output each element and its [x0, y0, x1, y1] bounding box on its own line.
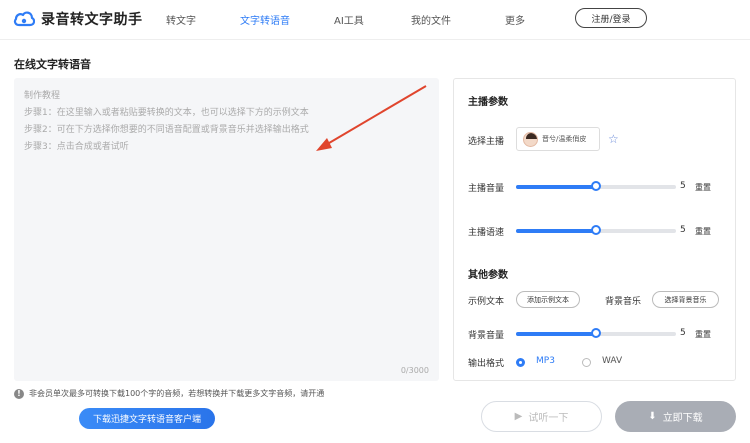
volume-value: 5	[680, 181, 686, 191]
nav-transcribe[interactable]: 转文字	[166, 12, 196, 27]
nav-ai-tools[interactable]: AI工具	[334, 12, 364, 27]
speed-slider-handle[interactable]	[591, 225, 601, 235]
bg-volume-slider[interactable]	[516, 328, 676, 338]
speed-reset-button[interactable]: 重置	[695, 226, 711, 237]
other-section-title: 其他参数	[468, 270, 508, 281]
select-anchor-label: 选择主播	[468, 137, 505, 147]
anchor-name: 晋兮/温柔俏皮	[542, 135, 587, 143]
volume-slider-handle[interactable]	[591, 181, 601, 191]
preview-button[interactable]: ▶ 试听一下	[481, 401, 602, 432]
volume-slider[interactable]	[516, 181, 676, 191]
placeholder-line: 步骤2：可在下方选择你想要的不同语音配置或背景音乐并选择输出格式	[24, 125, 309, 135]
add-sample-text-button[interactable]: 添加示例文本	[516, 291, 580, 308]
anchor-selector[interactable]: 晋兮/温柔俏皮	[516, 127, 600, 151]
volume-slider-fill	[516, 185, 596, 189]
cloud-logo-icon	[13, 11, 35, 27]
member-notice: ! 非会员单次最多可转换下载100个字的音频，若想转换并下载更多文字音频，请开通	[14, 388, 324, 399]
character-counter: 0/3000	[400, 366, 429, 375]
settings-panel: 主播参数 选择主播 晋兮/温柔俏皮 ☆ 主播音量 5 重置 主播语速 5 重置 …	[453, 78, 736, 381]
bg-volume-label: 背景音量	[468, 331, 505, 341]
format-label-wav: WAV	[602, 356, 623, 366]
download-button[interactable]: ⬇ 立即下载	[615, 401, 736, 432]
download-button-label: 立即下载	[662, 413, 703, 424]
bg-music-label: 背景音乐	[605, 297, 642, 307]
info-icon: !	[14, 388, 24, 399]
download-client-button[interactable]: 下载迅捷文字转语音客户端	[79, 408, 215, 429]
play-icon: ▶	[514, 411, 523, 422]
text-input-area[interactable]: 制作教程 步骤1：在这里输入或者粘贴要转换的文本，也可以选择下方的示例文本 步骤…	[14, 78, 439, 381]
bg-volume-slider-fill	[516, 332, 596, 336]
placeholder-line: 步骤3：点击合成或者试听	[24, 142, 129, 152]
logo[interactable]: 录音转文字助手	[13, 9, 143, 29]
volume-reset-button[interactable]: 重置	[695, 182, 711, 193]
speed-slider[interactable]	[516, 225, 676, 235]
nav-text-to-speech[interactable]: 文字转语音	[240, 12, 290, 27]
select-bg-music-button[interactable]: 选择背景音乐	[652, 291, 719, 308]
nav-my-files[interactable]: 我的文件	[411, 12, 451, 27]
bg-volume-slider-handle[interactable]	[591, 328, 601, 338]
volume-label: 主播音量	[468, 184, 505, 194]
download-icon: ⬇	[648, 411, 657, 422]
logo-text: 录音转文字助手	[41, 12, 143, 28]
output-format-label: 输出格式	[468, 359, 505, 369]
speed-value: 5	[680, 225, 686, 235]
page-title: 在线文字转语音	[14, 58, 91, 71]
format-radio-mp3[interactable]	[516, 358, 525, 367]
top-bar: 录音转文字助手 转文字 文字转语音 AI工具 我的文件 更多 注册/登录	[0, 0, 750, 40]
placeholder-line: 制作教程	[24, 91, 61, 101]
favorite-star-icon[interactable]: ☆	[608, 132, 619, 146]
bg-volume-value: 5	[680, 328, 686, 338]
speed-slider-fill	[516, 229, 596, 233]
login-button[interactable]: 注册/登录	[575, 8, 647, 28]
format-radio-wav[interactable]	[582, 358, 591, 367]
sample-text-label: 示例文本	[468, 297, 505, 307]
placeholder-line: 步骤1：在这里输入或者粘贴要转换的文本，也可以选择下方的示例文本	[24, 108, 309, 118]
anchor-section-title: 主播参数	[468, 97, 508, 108]
preview-button-label: 试听一下	[528, 413, 569, 424]
nav-more[interactable]: 更多	[505, 12, 525, 27]
notice-text: 非会员单次最多可转换下载100个字的音频，若想转换并下载更多文字音频，请开通	[29, 389, 325, 398]
bg-volume-reset-button[interactable]: 重置	[695, 329, 711, 340]
avatar	[523, 131, 538, 147]
speed-label: 主播语速	[468, 228, 505, 238]
format-label-mp3: MP3	[536, 356, 555, 366]
